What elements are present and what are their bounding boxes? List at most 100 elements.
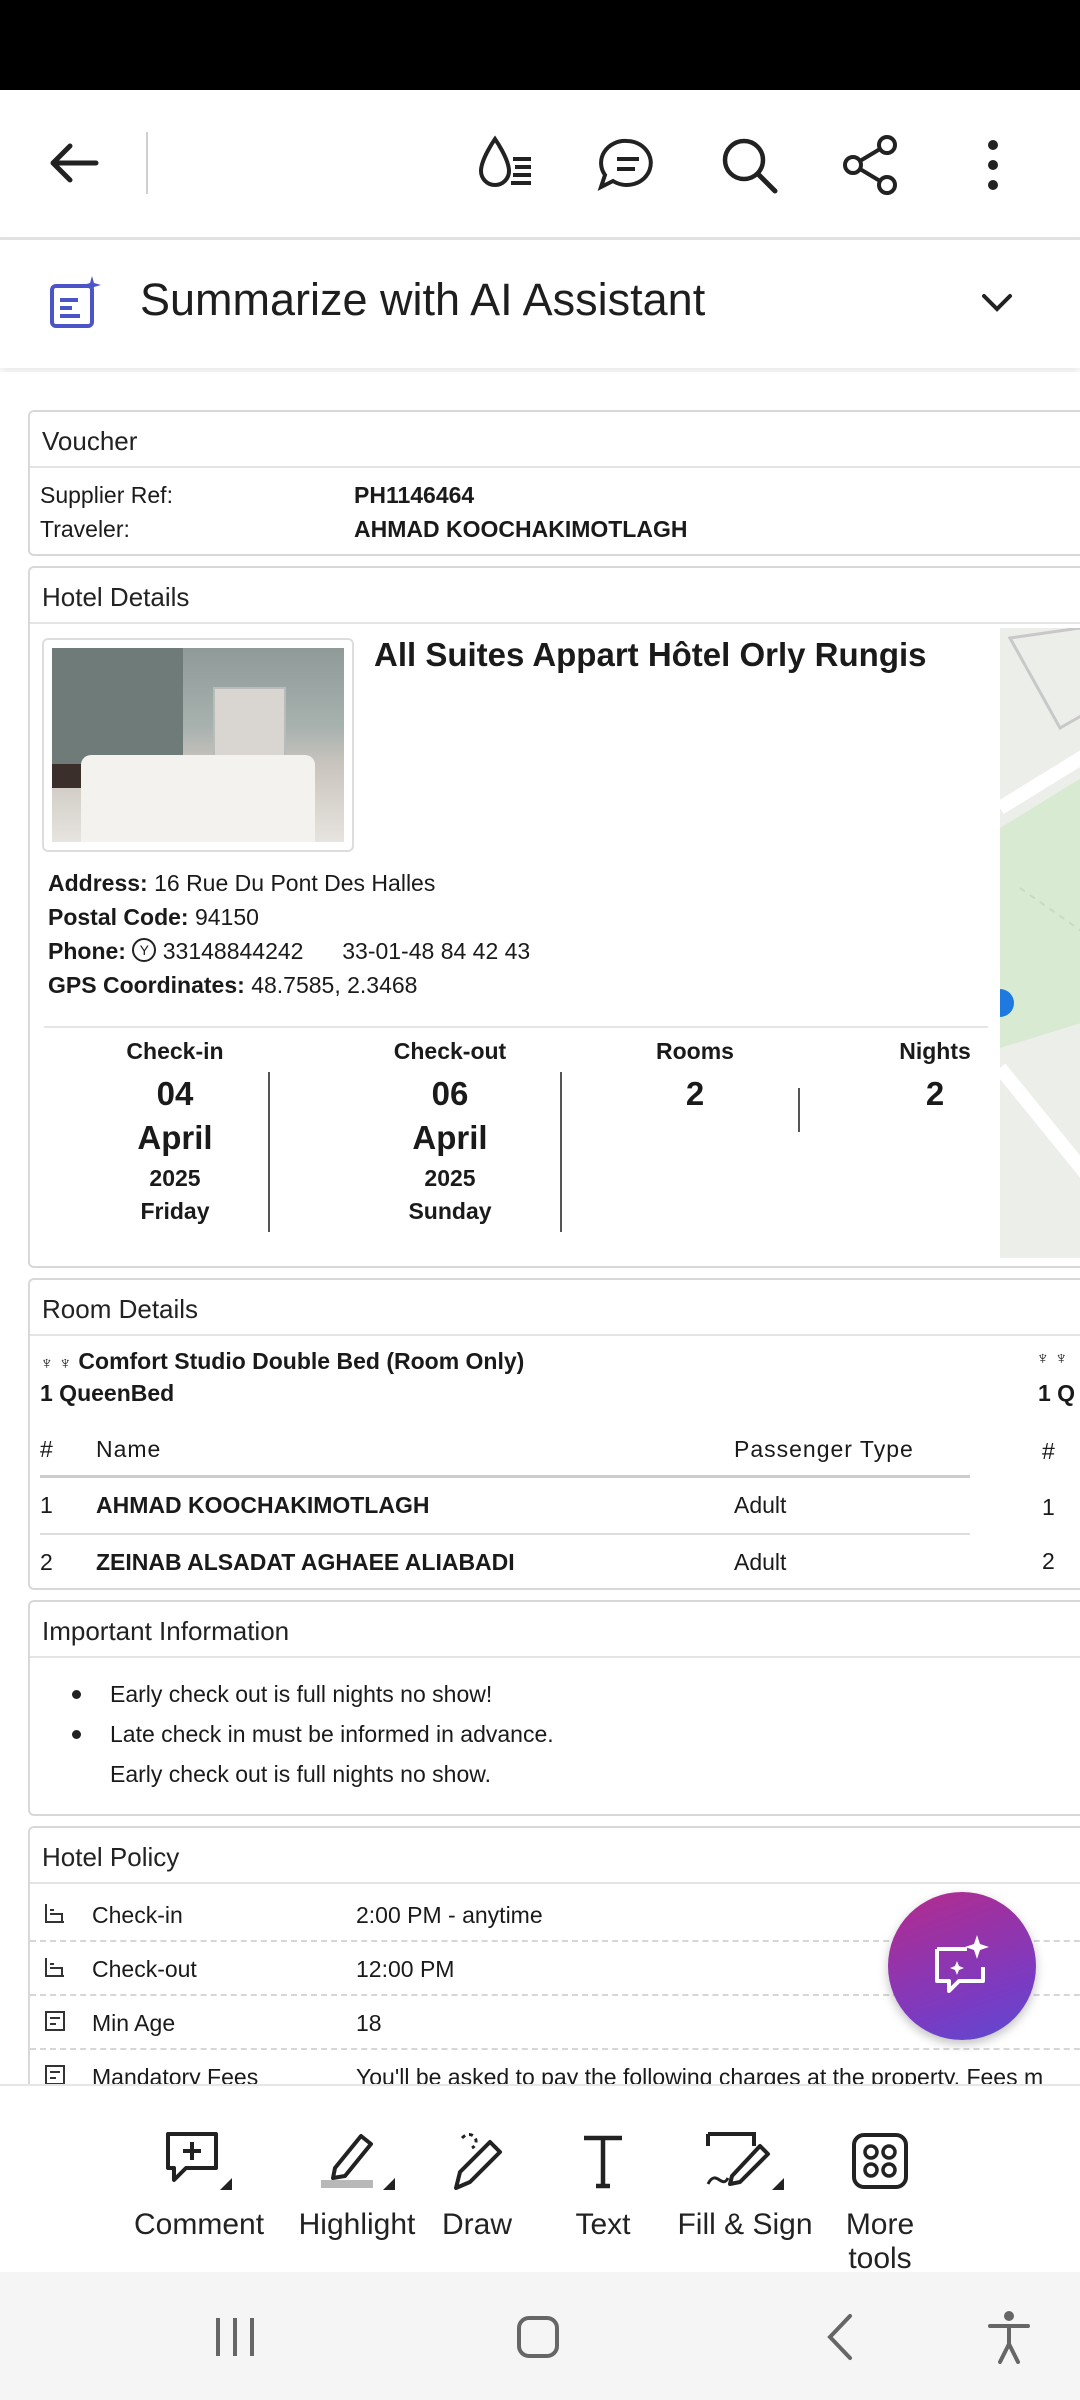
- comments-icon[interactable]: [588, 128, 662, 202]
- comment-add-icon: [134, 2128, 264, 2194]
- checkout-month: April: [412, 1119, 488, 1156]
- bed-type-partial: 1 Q: [1038, 1380, 1076, 1406]
- recent-apps-icon[interactable]: [200, 2302, 270, 2372]
- voucher-section: Voucher Supplier Ref: PH1146464 Traveler…: [28, 410, 1080, 556]
- column-header: Passenger Type: [734, 1424, 970, 1478]
- policy-value: You'll be asked to pay the following cha…: [356, 2064, 1044, 2084]
- guest-number: 1: [1042, 1494, 1055, 1520]
- bottom-tools-toolbar: Comment Highlight Draw Text Fill & Sign …: [0, 2084, 1080, 2275]
- highlight-tool-label: Highlight: [298, 2208, 416, 2241]
- guest-name: AHMAD KOOCHAKIMOTLAGH: [96, 1476, 734, 1535]
- hotel-details-section: Hotel Details All Suites Appart Hôtel Or…: [28, 566, 1080, 1268]
- checkin-day: 04: [156, 1075, 194, 1112]
- ai-assistant-title: Summarize with AI Assistant: [140, 274, 706, 325]
- guest-number: 1: [40, 1476, 96, 1535]
- draw-tool[interactable]: Draw: [432, 2128, 522, 2242]
- stay-summary: Check-in 04 April 2025 Friday Check-out …: [30, 1038, 990, 1258]
- phone-number-1[interactable]: 33148844242: [163, 938, 304, 964]
- hotel-policy-heading: Hotel Policy: [30, 1828, 1080, 1884]
- list-item: Late check in must be informed in advanc…: [72, 1714, 554, 1754]
- search-icon[interactable]: [712, 128, 786, 202]
- checkout-weekday: Sunday: [408, 1198, 492, 1224]
- checkin-month: April: [137, 1119, 213, 1156]
- room-name: Comfort Studio Double Bed (Room Only): [78, 1348, 525, 1374]
- checkout-block: Check-out 06 April 2025 Sunday: [340, 1038, 560, 1225]
- table-row: 1 AHMAD KOOCHAKIMOTLAGH Adult: [40, 1476, 970, 1535]
- pencil-draw-icon: [432, 2128, 522, 2194]
- voucher-heading: Voucher: [30, 412, 1080, 468]
- room-details-heading: Room Details: [30, 1280, 1080, 1336]
- ai-assistant-fab[interactable]: [888, 1892, 1036, 2040]
- highlighter-icon: [282, 2128, 432, 2194]
- list-item: Early check out is full nights no show!: [72, 1674, 554, 1714]
- list-item: Early check out is full nights no show.: [110, 1761, 491, 1787]
- nav-back-icon[interactable]: [806, 2302, 876, 2372]
- column-header: Name: [96, 1424, 734, 1478]
- phone-label: Phone:: [48, 938, 126, 964]
- hotel-details-heading: Hotel Details: [30, 568, 1080, 624]
- table-row: 2 ZEINAB ALSADAT AGHAEE ALIABADI Adult: [40, 1534, 970, 1590]
- grid-apps-icon: [810, 2128, 950, 2194]
- accessibility-icon[interactable]: [974, 2302, 1044, 2372]
- policy-value: 18: [356, 2010, 382, 2036]
- phone-line: Phone: Y 33148844242 33-01-48 84 42 43: [48, 938, 530, 965]
- home-icon[interactable]: [503, 2302, 573, 2372]
- phone-number-2[interactable]: 33-01-48 84 42 43: [342, 938, 530, 964]
- postal-value: 94150: [194, 904, 259, 930]
- share-icon[interactable]: [834, 128, 908, 202]
- traveler-value: AHMAD KOOCHAKIMOTLAGH: [354, 516, 688, 542]
- ai-chat-sparkle-icon: [935, 1935, 989, 1993]
- checkout-day: 06: [431, 1075, 469, 1112]
- fill-sign-tool[interactable]: Fill & Sign: [670, 2128, 820, 2242]
- fill-sign-tool-label: Fill & Sign: [677, 2208, 813, 2241]
- policy-row: Mandatory Fees You'll be asked to pay th…: [30, 2050, 1080, 2084]
- rooms-block: Rooms 2: [610, 1038, 780, 1113]
- nights-count: 2: [925, 1075, 945, 1112]
- supplier-ref-label: Supplier Ref:: [40, 482, 173, 508]
- room-details-section: Room Details ♆ ♆ Comfort Studio Double B…: [28, 1278, 1080, 1590]
- nights-label: Nights: [899, 1038, 971, 1064]
- ai-summary-icon: [48, 274, 104, 330]
- chevron-down-icon[interactable]: [972, 284, 1022, 329]
- back-arrow-icon[interactable]: [40, 128, 110, 198]
- read-aloud-icon[interactable]: [468, 128, 542, 202]
- comment-tool[interactable]: Comment: [134, 2128, 264, 2242]
- min-age-icon: [45, 2011, 65, 2031]
- text-tool[interactable]: Text: [560, 2128, 646, 2242]
- checkin-weekday: Friday: [140, 1198, 210, 1224]
- hotel-map[interactable]: [1000, 628, 1080, 1258]
- policy-value: 2:00 PM - anytime: [356, 1902, 543, 1928]
- checkin-block: Check-in 04 April 2025 Friday: [80, 1038, 270, 1225]
- column-header: #: [40, 1424, 96, 1478]
- more-tools[interactable]: More tools: [810, 2128, 950, 2276]
- policy-key: Check-out: [92, 1956, 197, 1982]
- hotel-photo: [42, 638, 354, 852]
- bed-type: 1 QueenBed: [40, 1380, 175, 1406]
- postal-label: Postal Code:: [48, 904, 189, 930]
- guest-name: ZEINAB ALSADAT AGHAEE ALIABADI: [96, 1549, 515, 1575]
- important-info-section: Important Information Early check out is…: [28, 1600, 1080, 1816]
- stay-divider: [798, 1088, 800, 1132]
- stay-divider: [268, 1072, 270, 1232]
- address-value: 16 Rue Du Pont Des Halles: [154, 870, 436, 896]
- guest-number: 2: [1042, 1548, 1055, 1574]
- rooms-count: 2: [685, 1075, 705, 1112]
- more-vert-icon[interactable]: [956, 128, 1030, 202]
- highlight-tool[interactable]: Highlight: [282, 2128, 432, 2242]
- nights-block: Nights 2: [850, 1038, 1020, 1113]
- gps-label: GPS Coordinates:: [48, 972, 245, 998]
- passenger-type: Adult: [734, 1549, 787, 1575]
- hotel-name: All Suites Appart Hôtel Orly Rungis: [374, 636, 927, 673]
- guest-number: 2: [40, 1549, 53, 1575]
- supplier-ref-value: PH1146464: [354, 482, 475, 508]
- important-info-heading: Important Information: [30, 1602, 1080, 1658]
- address-line: Address: 16 Rue Du Pont Des Halles: [48, 870, 435, 897]
- checkout-label: Check-out: [393, 1038, 507, 1064]
- policy-key: Min Age: [92, 2010, 176, 2036]
- fees-icon: [45, 2065, 65, 2084]
- pdf-document-view[interactable]: Voucher Supplier Ref: PH1146464 Traveler…: [0, 372, 1080, 2084]
- guest-table: # Name Passenger Type 1 AHMAD KOOCHAKIMO…: [40, 1424, 970, 1590]
- stay-divider: [560, 1072, 562, 1232]
- fill-sign-icon: [670, 2128, 820, 2194]
- ai-assistant-bar[interactable]: Summarize with AI Assistant: [0, 240, 1080, 368]
